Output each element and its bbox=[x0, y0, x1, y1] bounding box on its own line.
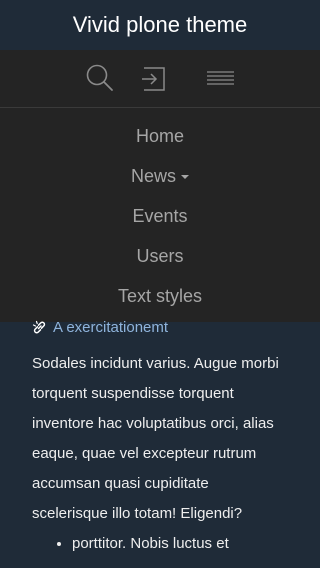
content-link[interactable]: A exercitationemt bbox=[53, 319, 168, 336]
bullet-list: porttitor. Nobis luctus et bbox=[32, 529, 288, 559]
nav-link-home[interactable]: Home bbox=[136, 126, 184, 147]
main-content: A exercitationemt Sodales incidunt variu… bbox=[0, 319, 320, 568]
site-title[interactable]: Vivid plone theme bbox=[73, 0, 248, 50]
search-icon bbox=[84, 62, 116, 94]
search-button[interactable] bbox=[84, 62, 116, 94]
menu-toggle-button[interactable] bbox=[204, 62, 236, 94]
nav-item-home: Home bbox=[0, 116, 320, 156]
nav-link-text-styles[interactable]: Text styles bbox=[118, 286, 202, 307]
body-paragraph: Sodales incidunt varius. Augue morbi tor… bbox=[32, 355, 279, 522]
nav-item-users: Users bbox=[0, 236, 320, 276]
site-header: Vivid plone theme bbox=[0, 0, 320, 50]
login-button[interactable] bbox=[138, 62, 170, 94]
nav-link-events[interactable]: Events bbox=[132, 206, 187, 227]
login-icon bbox=[138, 62, 170, 94]
hamburger-menu-icon bbox=[204, 62, 236, 94]
nav-link-news[interactable]: News bbox=[131, 166, 189, 187]
nav-item-events: Events bbox=[0, 196, 320, 236]
list-item: porttitor. Nobis luctus et bbox=[72, 529, 288, 559]
nav-item-text-styles: Text styles bbox=[0, 276, 320, 316]
external-link-icon bbox=[32, 320, 47, 335]
page: Vivid plone theme Home News Events Users… bbox=[0, 0, 320, 568]
main-navigation: Home News Events Users Text styles bbox=[0, 108, 320, 322]
caret-down-icon bbox=[181, 174, 189, 179]
content-link-row: A exercitationemt bbox=[32, 318, 288, 336]
nav-item-news: News bbox=[0, 156, 320, 196]
toolbar bbox=[0, 50, 320, 108]
nav-link-news-label: News bbox=[130, 165, 176, 186]
nav-link-users[interactable]: Users bbox=[136, 246, 183, 267]
